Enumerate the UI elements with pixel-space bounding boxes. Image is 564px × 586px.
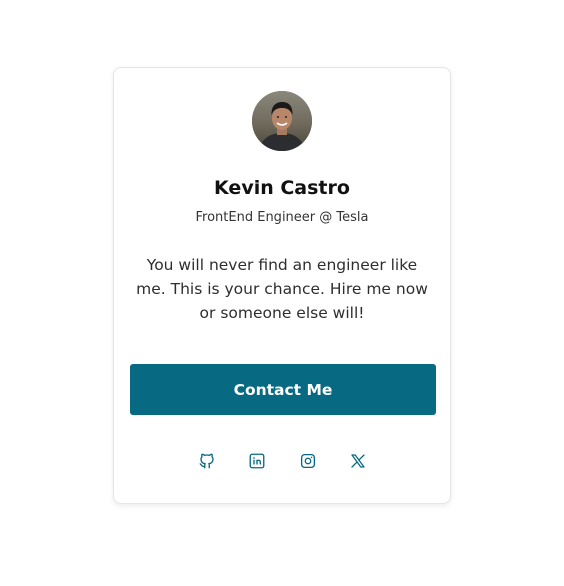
instagram-icon: [300, 453, 316, 469]
profile-card: Kevin Castro FrontEnd Engineer @ Tesla Y…: [113, 67, 451, 504]
profile-role: FrontEnd Engineer @ Tesla: [195, 210, 369, 225]
instagram-link[interactable]: [299, 452, 317, 470]
linkedin-link[interactable]: [248, 452, 266, 470]
avatar: [252, 91, 312, 151]
linkedin-icon: [249, 453, 265, 469]
github-link[interactable]: [198, 452, 216, 470]
x-twitter-link[interactable]: [349, 452, 367, 470]
x-twitter-icon: [351, 454, 365, 468]
social-links: [114, 452, 450, 472]
profile-bio: You will never find an engineer like me.…: [136, 256, 428, 322]
avatar-photo: [252, 91, 312, 151]
github-icon: [199, 453, 214, 469]
profile-name: Kevin Castro: [214, 177, 350, 199]
contact-me-button[interactable]: Contact Me: [130, 364, 436, 415]
